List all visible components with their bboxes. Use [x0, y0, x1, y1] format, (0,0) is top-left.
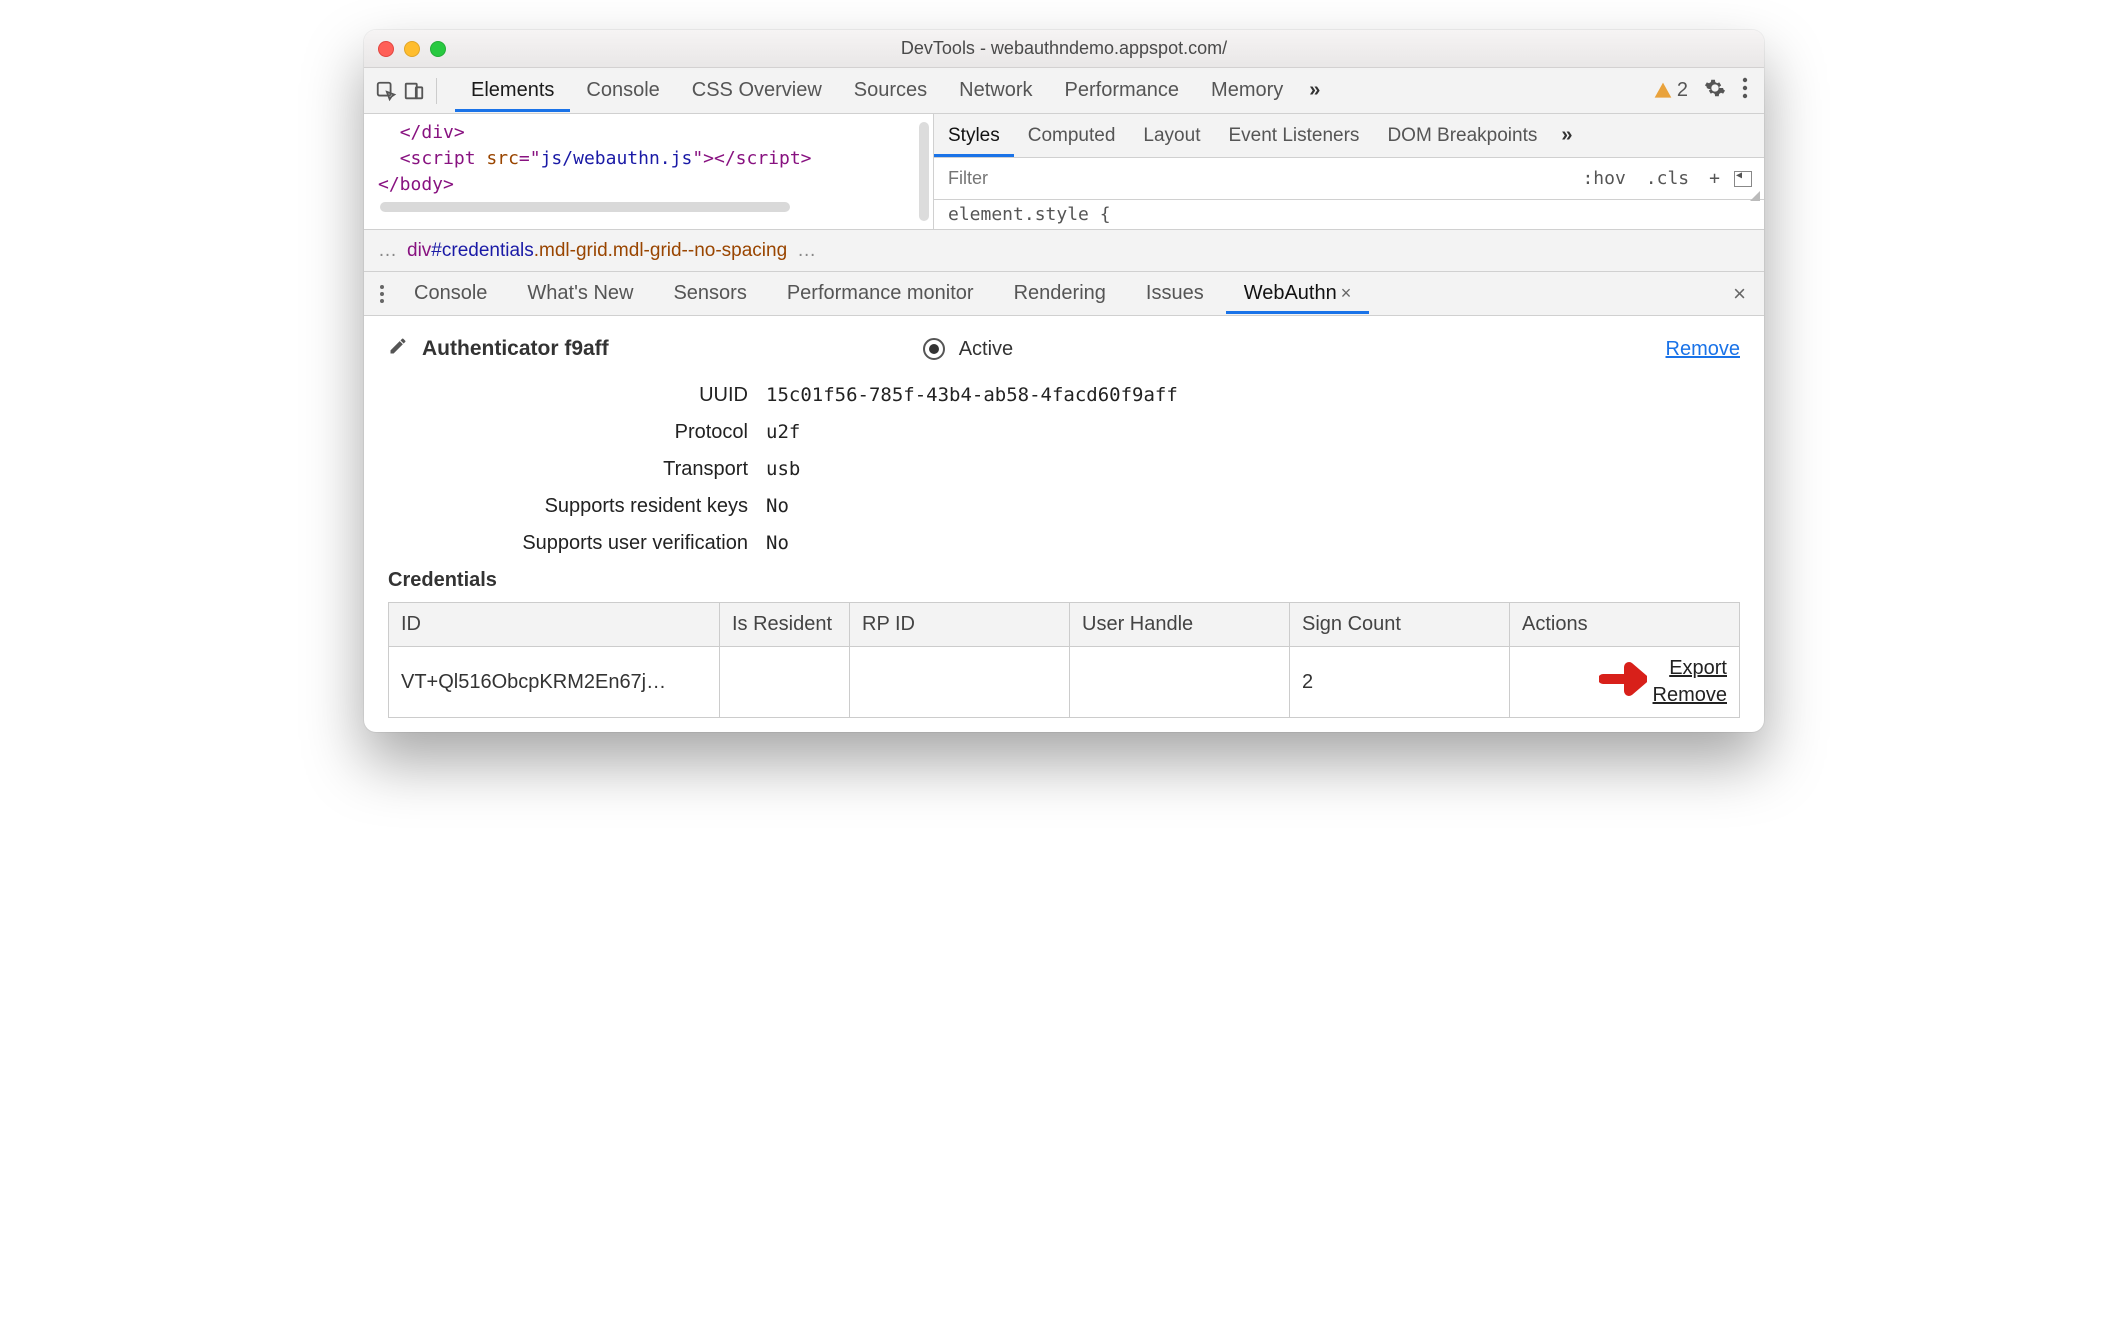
authenticator-header: Authenticator f9aff Active Remove	[388, 336, 1740, 362]
toolbar-right: 2	[1653, 77, 1754, 105]
styles-filter-input[interactable]	[934, 168, 1564, 189]
main-tabs: Elements Console CSS Overview Sources Ne…	[455, 69, 1649, 112]
drawer-tab-webauthn[interactable]: WebAuthn×	[1226, 273, 1370, 314]
devtools-window: DevTools - webauthndemo.appspot.com/ Ele…	[364, 30, 1764, 732]
tab-network[interactable]: Network	[943, 69, 1048, 112]
authenticator-properties: UUID 15c01f56-785f-43b4-ab58-4facd60f9af…	[448, 384, 1740, 555]
credentials-table: ID Is Resident RP ID User Handle Sign Co…	[388, 602, 1740, 718]
tab-console[interactable]: Console	[570, 69, 675, 112]
code-line: </div>	[400, 122, 465, 143]
main-toolbar: Elements Console CSS Overview Sources Ne…	[364, 68, 1764, 114]
drawer-tab-console[interactable]: Console	[396, 273, 505, 314]
tab-performance[interactable]: Performance	[1049, 69, 1196, 112]
credentials-heading: Credentials	[388, 569, 1740, 592]
styles-pane: Styles Computed Layout Event Listeners D…	[934, 114, 1764, 229]
drawer-tab-issues[interactable]: Issues	[1128, 273, 1222, 314]
table-header-row: ID Is Resident RP ID User Handle Sign Co…	[389, 603, 1740, 647]
pane-resize-handle[interactable]	[919, 122, 929, 221]
styles-filter-row: :hov .cls +	[934, 158, 1764, 200]
tab-css-overview[interactable]: CSS Overview	[676, 69, 838, 112]
remove-credential-link[interactable]: Remove	[1653, 684, 1727, 707]
tab-computed[interactable]: Computed	[1014, 115, 1130, 157]
active-label: Active	[959, 338, 1013, 361]
more-styles-tabs[interactable]: »	[1551, 124, 1582, 147]
styles-filter-buttons: :hov .cls +	[1564, 164, 1764, 193]
styles-tabs: Styles Computed Layout Event Listeners D…	[934, 114, 1764, 158]
device-toggle-icon[interactable]	[402, 79, 426, 103]
settings-gear-icon[interactable]	[1704, 77, 1726, 105]
drawer-tabs: Console What's New Sensors Performance m…	[364, 272, 1764, 316]
tab-styles[interactable]: Styles	[934, 115, 1014, 157]
breadcrumb-left-ellipsis[interactable]: …	[378, 240, 397, 262]
cell-actions: Export Remove	[1510, 647, 1740, 718]
close-tab-icon[interactable]: ×	[1341, 283, 1352, 303]
code-line: </body>	[378, 174, 454, 195]
cls-toggle[interactable]: .cls	[1640, 164, 1695, 193]
col-id[interactable]: ID	[389, 603, 720, 647]
inspect-element-icon[interactable]	[374, 79, 398, 103]
drawer-tab-whatsnew[interactable]: What's New	[509, 273, 651, 314]
prop-uuid: UUID 15c01f56-785f-43b4-ab58-4facd60f9af…	[448, 384, 1740, 407]
window-title: DevTools - webauthndemo.appspot.com/	[364, 38, 1764, 59]
cell-sign-count: 2	[1290, 647, 1510, 718]
edit-pencil-icon[interactable]	[388, 336, 408, 362]
tab-event-listeners[interactable]: Event Listeners	[1214, 115, 1373, 157]
hov-toggle[interactable]: :hov	[1576, 164, 1631, 193]
dom-tree[interactable]: </div> <script src="js/webauthn.js"></sc…	[364, 114, 934, 229]
tab-elements[interactable]: Elements	[455, 69, 570, 112]
toggle-sidebar-icon[interactable]	[1734, 171, 1752, 187]
horizontal-scrollbar[interactable]	[378, 202, 919, 212]
cell-user-handle	[1070, 647, 1290, 718]
remove-authenticator-link[interactable]: Remove	[1666, 338, 1740, 361]
dom-breadcrumb[interactable]: … div#credentials.mdl-grid.mdl-grid--no-…	[364, 230, 1764, 272]
prop-transport: Transport usb	[448, 458, 1740, 481]
drawer-tab-rendering[interactable]: Rendering	[996, 273, 1124, 314]
drawer-tab-sensors[interactable]: Sensors	[655, 273, 764, 314]
webauthn-panel: Authenticator f9aff Active Remove UUID 1…	[364, 316, 1764, 732]
col-actions[interactable]: Actions	[1510, 603, 1740, 647]
tab-dom-breakpoints[interactable]: DOM Breakpoints	[1373, 115, 1551, 157]
tab-memory[interactable]: Memory	[1195, 69, 1299, 112]
breadcrumb-right-ellipsis[interactable]: …	[797, 240, 816, 262]
drawer-tab-perfmon[interactable]: Performance monitor	[769, 273, 992, 314]
prop-user-verification: Supports user verification No	[448, 532, 1740, 555]
tab-sources[interactable]: Sources	[838, 69, 943, 112]
cell-is-resident	[720, 647, 850, 718]
export-credential-link[interactable]: Export	[1669, 657, 1727, 680]
customize-menu-icon[interactable]	[1742, 77, 1748, 105]
new-style-rule-button[interactable]: +	[1703, 164, 1726, 193]
window-titlebar: DevTools - webauthndemo.appspot.com/	[364, 30, 1764, 68]
col-user-handle[interactable]: User Handle	[1070, 603, 1290, 647]
elements-split: </div> <script src="js/webauthn.js"></sc…	[364, 114, 1764, 230]
element-style-rule[interactable]: element.style {	[934, 200, 1764, 229]
authenticator-title: Authenticator f9aff	[422, 337, 609, 361]
active-radio[interactable]	[923, 338, 945, 360]
col-rp-id[interactable]: RP ID	[850, 603, 1070, 647]
cell-rp-id	[850, 647, 1070, 718]
warnings-indicator[interactable]: 2	[1653, 79, 1688, 102]
tab-layout[interactable]: Layout	[1129, 115, 1214, 157]
divider	[436, 78, 437, 104]
table-row[interactable]: VT+Ql516ObcpKRM2En67j… 2 Export Remove	[389, 647, 1740, 718]
warning-count: 2	[1677, 79, 1688, 102]
prop-resident-keys: Supports resident keys No	[448, 495, 1740, 518]
col-sign-count[interactable]: Sign Count	[1290, 603, 1510, 647]
more-tabs-chevron[interactable]: »	[1299, 79, 1330, 102]
col-is-resident[interactable]: Is Resident	[720, 603, 850, 647]
prop-protocol: Protocol u2f	[448, 421, 1740, 444]
cell-id: VT+Ql516ObcpKRM2En67j…	[389, 647, 720, 718]
close-drawer-icon[interactable]: ×	[1723, 281, 1756, 307]
drawer-menu-icon[interactable]	[372, 285, 392, 303]
arrow-annotation-icon	[1599, 659, 1647, 705]
